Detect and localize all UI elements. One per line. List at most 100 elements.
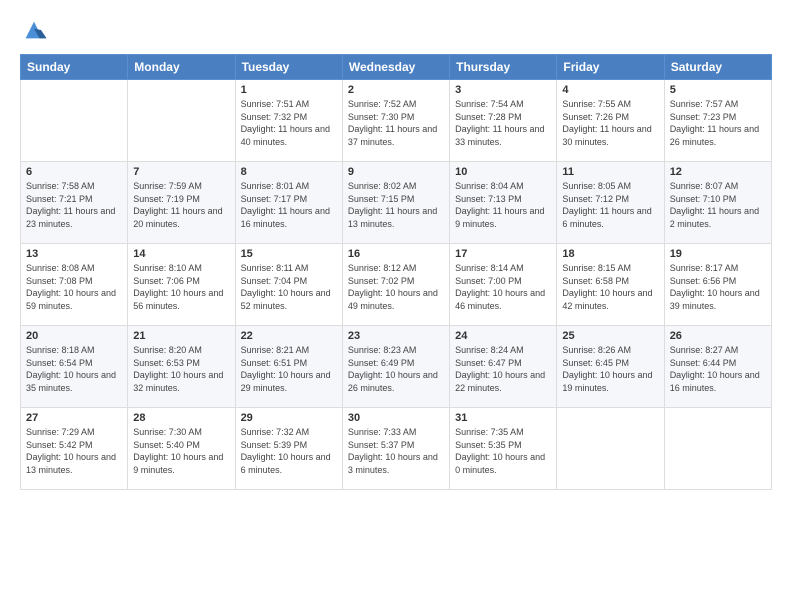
- calendar-cell: 20 Sunrise: 8:18 AM Sunset: 6:54 PM Dayli…: [21, 326, 128, 408]
- day-number: 25: [562, 330, 658, 342]
- day-number: 30: [348, 412, 444, 424]
- calendar-week-row: 27 Sunrise: 7:29 AM Sunset: 5:42 PM Dayli…: [21, 408, 772, 490]
- calendar-cell: 25 Sunrise: 8:26 AM Sunset: 6:45 PM Dayli…: [557, 326, 664, 408]
- calendar: SundayMondayTuesdayWednesdayThursdayFrid…: [20, 54, 772, 490]
- day-number: 7: [133, 166, 229, 178]
- day-number: 15: [241, 248, 337, 260]
- calendar-cell: 24 Sunrise: 8:24 AM Sunset: 6:47 PM Dayli…: [450, 326, 557, 408]
- calendar-cell: 8Sunrise: 8:01 AM Sunset: 7:17 PM Daylig…: [235, 162, 342, 244]
- day-info: Sunrise: 8:15 AM Sunset: 6:58 PM Dayligh…: [562, 262, 658, 312]
- calendar-cell: 4 Sunrise: 7:55 AM Sunset: 7:26 PM Daylig…: [557, 80, 664, 162]
- calendar-week-row: 13Sunrise: 8:08 AM Sunset: 7:08 PM Dayli…: [21, 244, 772, 326]
- calendar-cell: 16 Sunrise: 8:12 AM Sunset: 7:02 PM Dayli…: [342, 244, 449, 326]
- day-of-week-header: Tuesday: [235, 55, 342, 80]
- day-number: 2: [348, 84, 444, 96]
- calendar-cell: 7 Sunrise: 7:59 AM Sunset: 7:19 PM Daylig…: [128, 162, 235, 244]
- calendar-cell: [21, 80, 128, 162]
- calendar-cell: 19 Sunrise: 8:17 AM Sunset: 6:56 PM Dayli…: [664, 244, 771, 326]
- calendar-cell: 10 Sunrise: 8:04 AM Sunset: 7:13 PM Dayli…: [450, 162, 557, 244]
- calendar-cell: [557, 408, 664, 490]
- day-number: 28: [133, 412, 229, 424]
- calendar-cell: 9 Sunrise: 8:02 AM Sunset: 7:15 PM Daylig…: [342, 162, 449, 244]
- day-number: 5: [670, 84, 766, 96]
- calendar-cell: 13Sunrise: 8:08 AM Sunset: 7:08 PM Dayli…: [21, 244, 128, 326]
- calendar-cell: 15 Sunrise: 8:11 AM Sunset: 7:04 PM Dayli…: [235, 244, 342, 326]
- calendar-cell: 14 Sunrise: 8:10 AM Sunset: 7:06 PM Dayli…: [128, 244, 235, 326]
- day-info: Sunrise: 7:58 AM Sunset: 7:21 PM Dayligh…: [26, 180, 122, 230]
- calendar-cell: 18 Sunrise: 8:15 AM Sunset: 6:58 PM Dayli…: [557, 244, 664, 326]
- day-info: Sunrise: 7:30 AM Sunset: 5:40 PM Dayligh…: [133, 426, 229, 476]
- calendar-week-row: 6 Sunrise: 7:58 AM Sunset: 7:21 PM Daylig…: [21, 162, 772, 244]
- logo-icon: [20, 16, 48, 44]
- day-number: 23: [348, 330, 444, 342]
- day-info: Sunrise: 7:33 AM Sunset: 5:37 PM Dayligh…: [348, 426, 444, 476]
- day-of-week-header: Friday: [557, 55, 664, 80]
- day-number: 10: [455, 166, 551, 178]
- page: SundayMondayTuesdayWednesdayThursdayFrid…: [0, 0, 792, 612]
- day-number: 18: [562, 248, 658, 260]
- day-number: 16: [348, 248, 444, 260]
- day-number: 4: [562, 84, 658, 96]
- day-number: 24: [455, 330, 551, 342]
- day-of-week-header: Sunday: [21, 55, 128, 80]
- day-number: 31: [455, 412, 551, 424]
- calendar-cell: [664, 408, 771, 490]
- day-info: Sunrise: 8:23 AM Sunset: 6:49 PM Dayligh…: [348, 344, 444, 394]
- calendar-cell: 22Sunrise: 8:21 AM Sunset: 6:51 PM Dayli…: [235, 326, 342, 408]
- calendar-cell: 23 Sunrise: 8:23 AM Sunset: 6:49 PM Dayli…: [342, 326, 449, 408]
- calendar-cell: 3Sunrise: 7:54 AM Sunset: 7:28 PM Daylig…: [450, 80, 557, 162]
- calendar-cell: 2 Sunrise: 7:52 AM Sunset: 7:30 PM Daylig…: [342, 80, 449, 162]
- day-info: Sunrise: 7:52 AM Sunset: 7:30 PM Dayligh…: [348, 98, 444, 148]
- calendar-header-row: SundayMondayTuesdayWednesdayThursdayFrid…: [21, 55, 772, 80]
- day-number: 14: [133, 248, 229, 260]
- day-info: Sunrise: 7:59 AM Sunset: 7:19 PM Dayligh…: [133, 180, 229, 230]
- day-info: Sunrise: 8:17 AM Sunset: 6:56 PM Dayligh…: [670, 262, 766, 312]
- day-info: Sunrise: 8:21 AM Sunset: 6:51 PM Dayligh…: [241, 344, 337, 394]
- calendar-week-row: 1 Sunrise: 7:51 AM Sunset: 7:32 PM Daylig…: [21, 80, 772, 162]
- logo: [20, 16, 52, 44]
- day-number: 29: [241, 412, 337, 424]
- calendar-cell: 1 Sunrise: 7:51 AM Sunset: 7:32 PM Daylig…: [235, 80, 342, 162]
- day-number: 9: [348, 166, 444, 178]
- day-number: 20: [26, 330, 122, 342]
- day-info: Sunrise: 7:29 AM Sunset: 5:42 PM Dayligh…: [26, 426, 122, 476]
- calendar-cell: 6 Sunrise: 7:58 AM Sunset: 7:21 PM Daylig…: [21, 162, 128, 244]
- day-number: 11: [562, 166, 658, 178]
- day-info: Sunrise: 8:02 AM Sunset: 7:15 PM Dayligh…: [348, 180, 444, 230]
- day-info: Sunrise: 7:57 AM Sunset: 7:23 PM Dayligh…: [670, 98, 766, 148]
- day-info: Sunrise: 8:10 AM Sunset: 7:06 PM Dayligh…: [133, 262, 229, 312]
- day-of-week-header: Monday: [128, 55, 235, 80]
- day-number: 1: [241, 84, 337, 96]
- calendar-cell: 27 Sunrise: 7:29 AM Sunset: 5:42 PM Dayli…: [21, 408, 128, 490]
- day-number: 27: [26, 412, 122, 424]
- day-info: Sunrise: 7:35 AM Sunset: 5:35 PM Dayligh…: [455, 426, 551, 476]
- day-info: Sunrise: 8:04 AM Sunset: 7:13 PM Dayligh…: [455, 180, 551, 230]
- day-info: Sunrise: 8:11 AM Sunset: 7:04 PM Dayligh…: [241, 262, 337, 312]
- calendar-cell: 17Sunrise: 8:14 AM Sunset: 7:00 PM Dayli…: [450, 244, 557, 326]
- calendar-cell: [128, 80, 235, 162]
- day-info: Sunrise: 8:18 AM Sunset: 6:54 PM Dayligh…: [26, 344, 122, 394]
- calendar-cell: 30 Sunrise: 7:33 AM Sunset: 5:37 PM Dayli…: [342, 408, 449, 490]
- calendar-cell: 28 Sunrise: 7:30 AM Sunset: 5:40 PM Dayli…: [128, 408, 235, 490]
- day-info: Sunrise: 8:07 AM Sunset: 7:10 PM Dayligh…: [670, 180, 766, 230]
- day-number: 26: [670, 330, 766, 342]
- day-info: Sunrise: 8:24 AM Sunset: 6:47 PM Dayligh…: [455, 344, 551, 394]
- calendar-cell: 12 Sunrise: 8:07 AM Sunset: 7:10 PM Dayli…: [664, 162, 771, 244]
- calendar-cell: 21Sunrise: 8:20 AM Sunset: 6:53 PM Dayli…: [128, 326, 235, 408]
- calendar-cell: 11Sunrise: 8:05 AM Sunset: 7:12 PM Dayli…: [557, 162, 664, 244]
- day-info: Sunrise: 8:12 AM Sunset: 7:02 PM Dayligh…: [348, 262, 444, 312]
- day-info: Sunrise: 8:14 AM Sunset: 7:00 PM Dayligh…: [455, 262, 551, 312]
- day-info: Sunrise: 7:51 AM Sunset: 7:32 PM Dayligh…: [241, 98, 337, 148]
- day-number: 19: [670, 248, 766, 260]
- calendar-cell: 5 Sunrise: 7:57 AM Sunset: 7:23 PM Daylig…: [664, 80, 771, 162]
- day-info: Sunrise: 8:26 AM Sunset: 6:45 PM Dayligh…: [562, 344, 658, 394]
- calendar-cell: 29 Sunrise: 7:32 AM Sunset: 5:39 PM Dayli…: [235, 408, 342, 490]
- day-number: 6: [26, 166, 122, 178]
- day-info: Sunrise: 8:27 AM Sunset: 6:44 PM Dayligh…: [670, 344, 766, 394]
- day-info: Sunrise: 7:55 AM Sunset: 7:26 PM Dayligh…: [562, 98, 658, 148]
- day-number: 13: [26, 248, 122, 260]
- calendar-cell: 26 Sunrise: 8:27 AM Sunset: 6:44 PM Dayli…: [664, 326, 771, 408]
- day-info: Sunrise: 7:32 AM Sunset: 5:39 PM Dayligh…: [241, 426, 337, 476]
- day-number: 12: [670, 166, 766, 178]
- day-number: 8: [241, 166, 337, 178]
